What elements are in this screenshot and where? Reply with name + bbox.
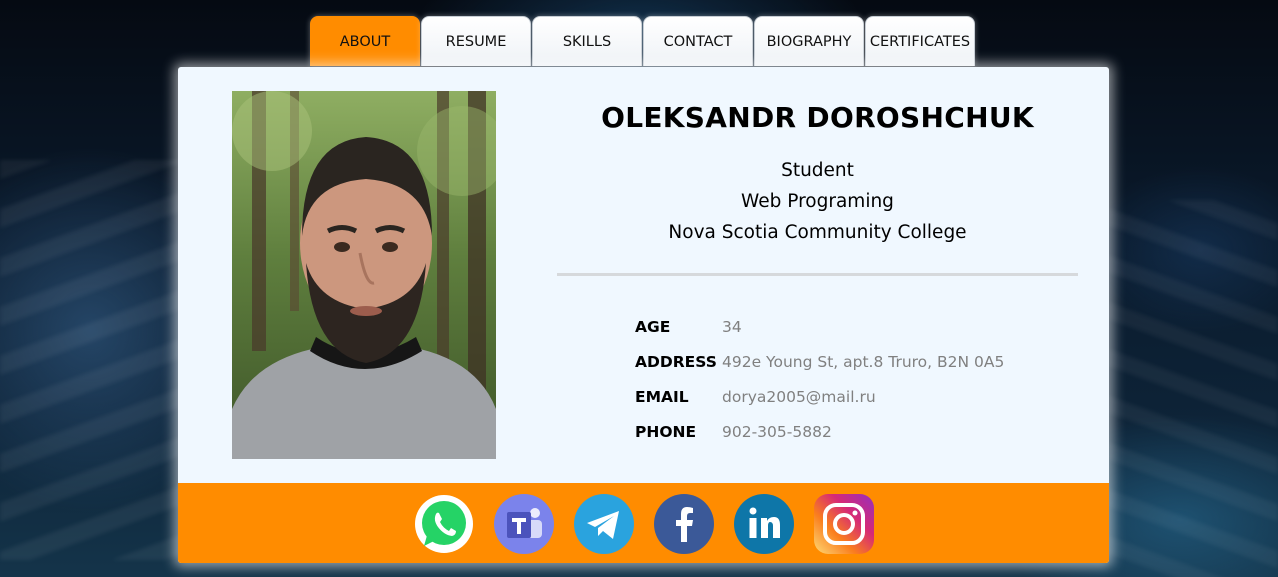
instagram-icon[interactable] (814, 494, 874, 554)
info-row-email: EMAIL dorya2005@mail.ru (635, 388, 876, 406)
teams-icon[interactable] (494, 494, 554, 554)
tab-about[interactable]: ABOUT (310, 16, 420, 66)
profile-program: Web Programing (741, 191, 894, 212)
social-bar (178, 483, 1109, 563)
info-row-address: ADDRESS 492e Young St, apt.8 Truro, B2N … (635, 353, 1004, 371)
info-value: 34 (722, 318, 742, 336)
linkedin-icon[interactable] (734, 494, 794, 554)
info-row-phone: PHONE 902-305-5882 (635, 423, 832, 441)
whatsapp-icon[interactable] (414, 494, 474, 554)
background-decoration (0, 160, 180, 560)
tab-resume[interactable]: RESUME (421, 16, 531, 66)
info-value: 492e Young St, apt.8 Truro, B2N 0A5 (722, 353, 1005, 371)
tab-skills[interactable]: SKILLS (532, 16, 642, 66)
info-label: AGE (635, 318, 671, 336)
info-label: PHONE (635, 423, 697, 441)
profile-name: OLEKSANDR DOROSHCHUK (601, 101, 1034, 134)
tab-bar: ABOUT RESUME SKILLS CONTACT BIOGRAPHY CE… (310, 16, 975, 66)
info-value: dorya2005@mail.ru (722, 388, 876, 406)
telegram-icon[interactable] (574, 494, 634, 554)
profile-institution: Nova Scotia Community College (668, 222, 967, 243)
background-decoration (1108, 200, 1278, 577)
info-label: EMAIL (635, 388, 689, 406)
info-value: 902-305-5882 (722, 423, 832, 441)
info-row-age: AGE 34 (635, 318, 742, 336)
profile-role: Student (781, 160, 854, 181)
tab-contact[interactable]: CONTACT (643, 16, 753, 66)
info-label: ADDRESS (635, 353, 717, 371)
tab-biography[interactable]: BIOGRAPHY (754, 16, 864, 66)
divider (557, 273, 1078, 276)
profile-card: OLEKSANDR DOROSHCHUK Student Web Program… (178, 67, 1109, 563)
facebook-icon[interactable] (654, 494, 714, 554)
profile-photo (232, 91, 496, 459)
tab-certificates[interactable]: CERTIFICATES (865, 16, 975, 66)
